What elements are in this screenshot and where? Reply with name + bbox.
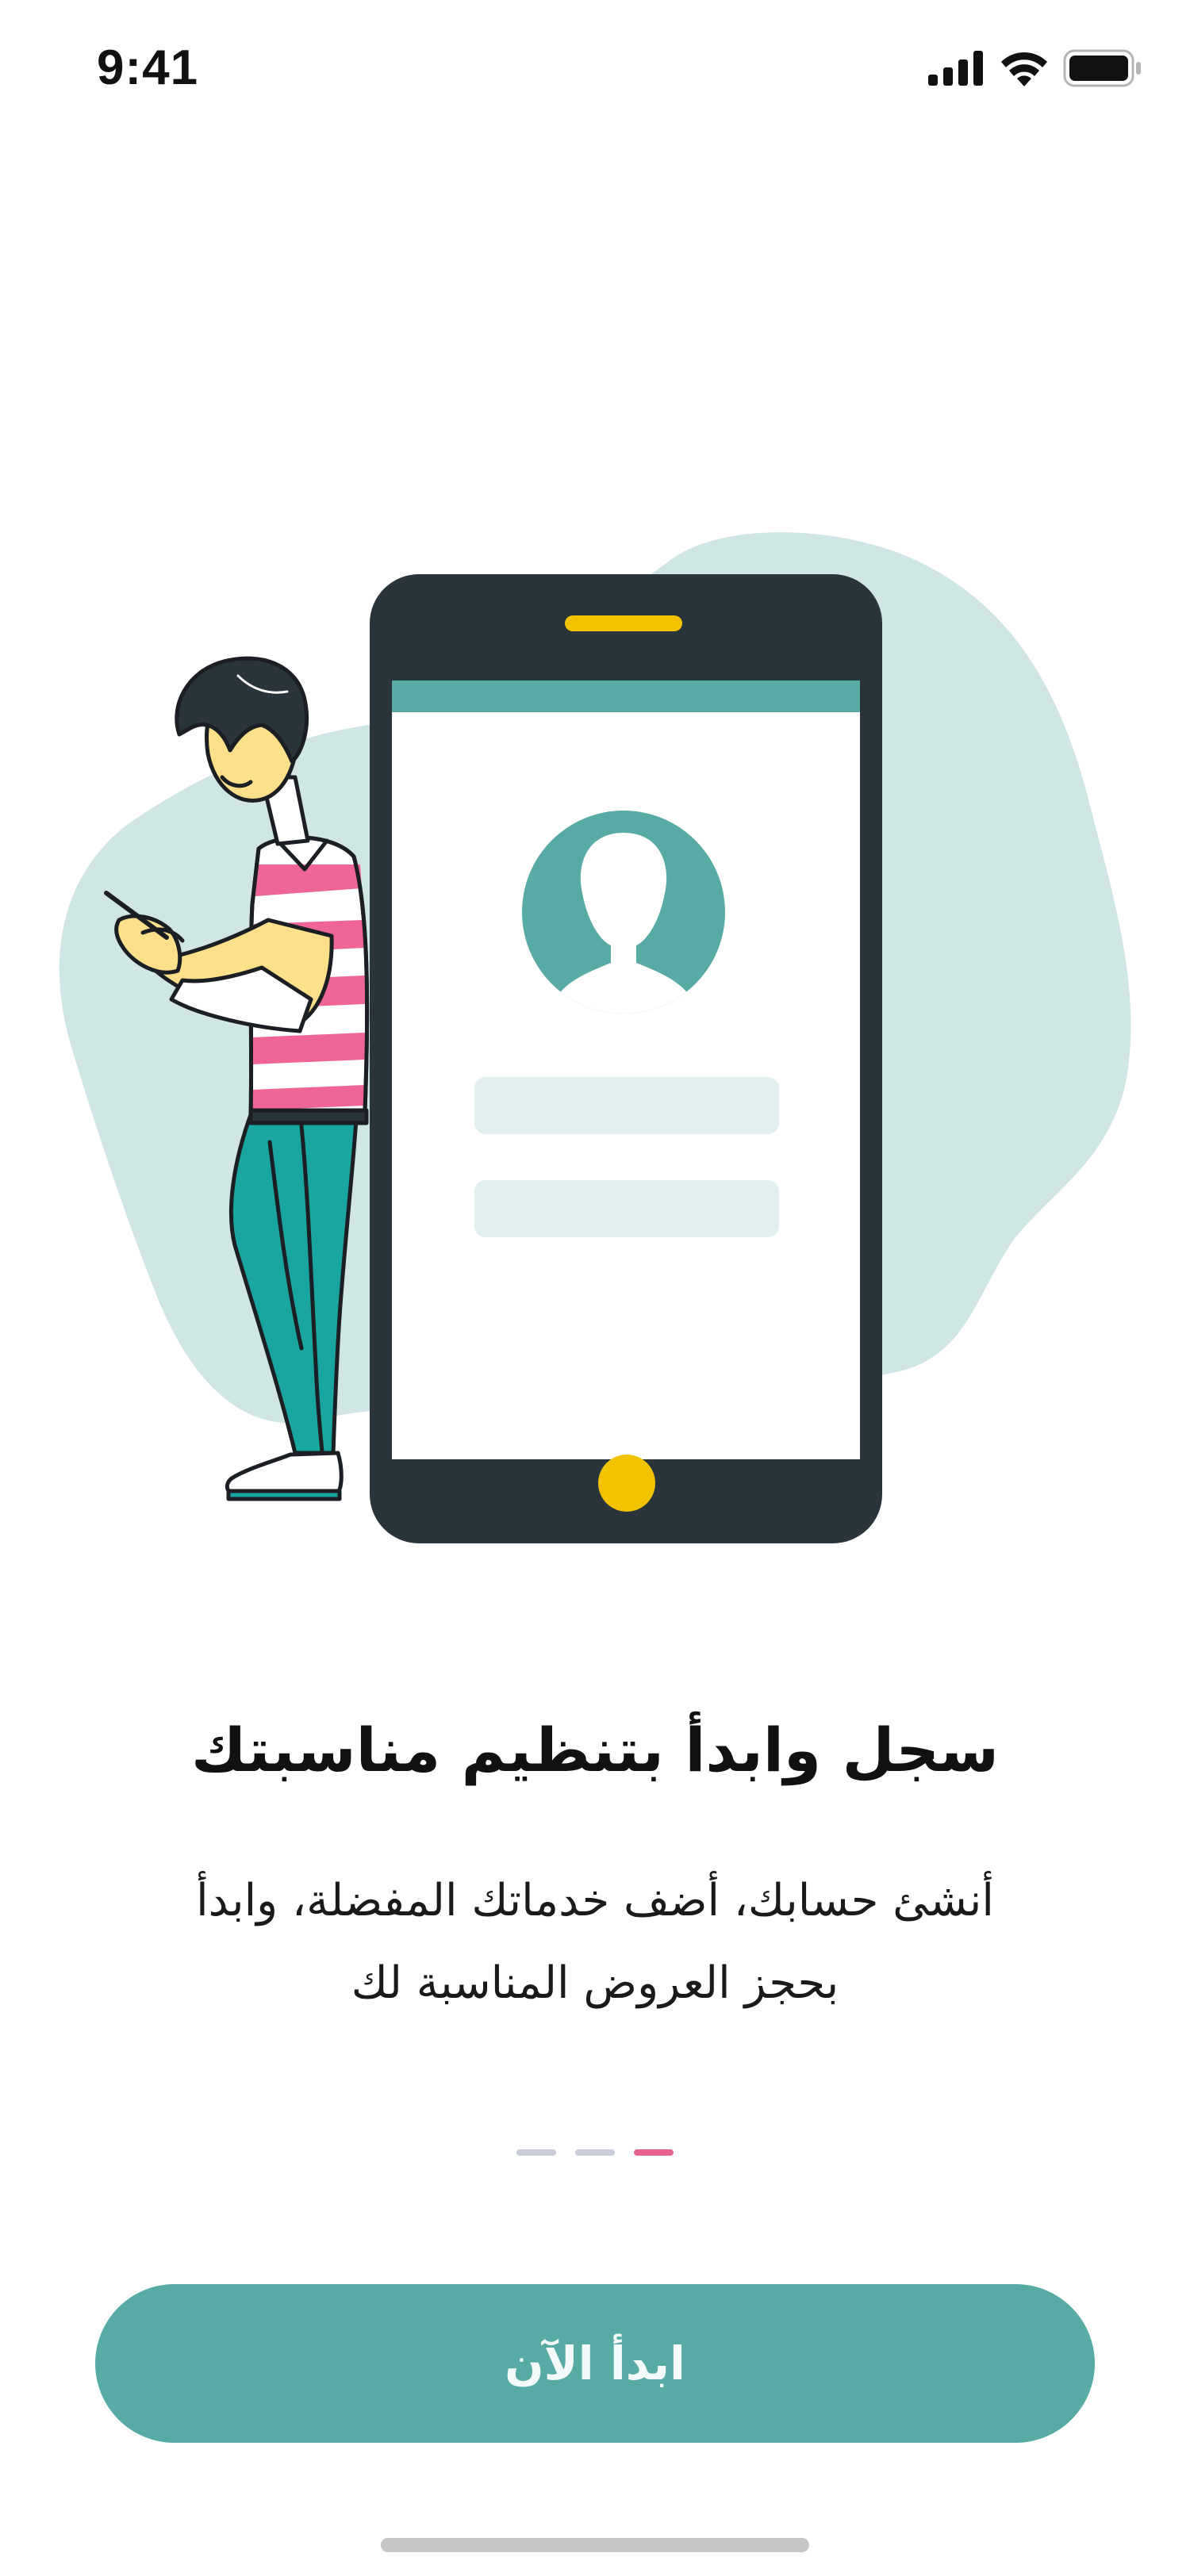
person-with-phone-illustration — [0, 492, 1190, 1586]
page-indicator — [0, 2149, 1190, 2156]
status-icons — [928, 49, 1142, 87]
onboarding-description-line-1: أنشئ حسابك، أضف خدماتك المفضلة، وابدأ — [196, 1875, 994, 1926]
start-now-button[interactable]: ابدأ الآن — [95, 2284, 1095, 2443]
onboarding-description: أنشئ حسابك، أضف خدماتك المفضلة، وابدأ بح… — [127, 1860, 1063, 2025]
battery-icon — [1063, 49, 1142, 87]
phone-graphic — [370, 574, 882, 1543]
page-dot-2[interactable] — [575, 2149, 615, 2156]
onboarding-description-line-2: بحجز العروض المناسبة لك — [351, 1957, 839, 2009]
page-dot-1[interactable] — [516, 2149, 556, 2156]
status-bar: 9:41 — [0, 0, 1190, 143]
page-dot-3-active[interactable] — [634, 2149, 674, 2156]
onboarding-title: سجل وابدأ بتنظيم مناسبتك — [191, 1715, 999, 1785]
status-time: 9:41 — [97, 40, 199, 95]
cellular-signal-icon — [928, 51, 985, 86]
wifi-icon — [1000, 50, 1049, 86]
home-indicator[interactable] — [381, 2538, 809, 2552]
